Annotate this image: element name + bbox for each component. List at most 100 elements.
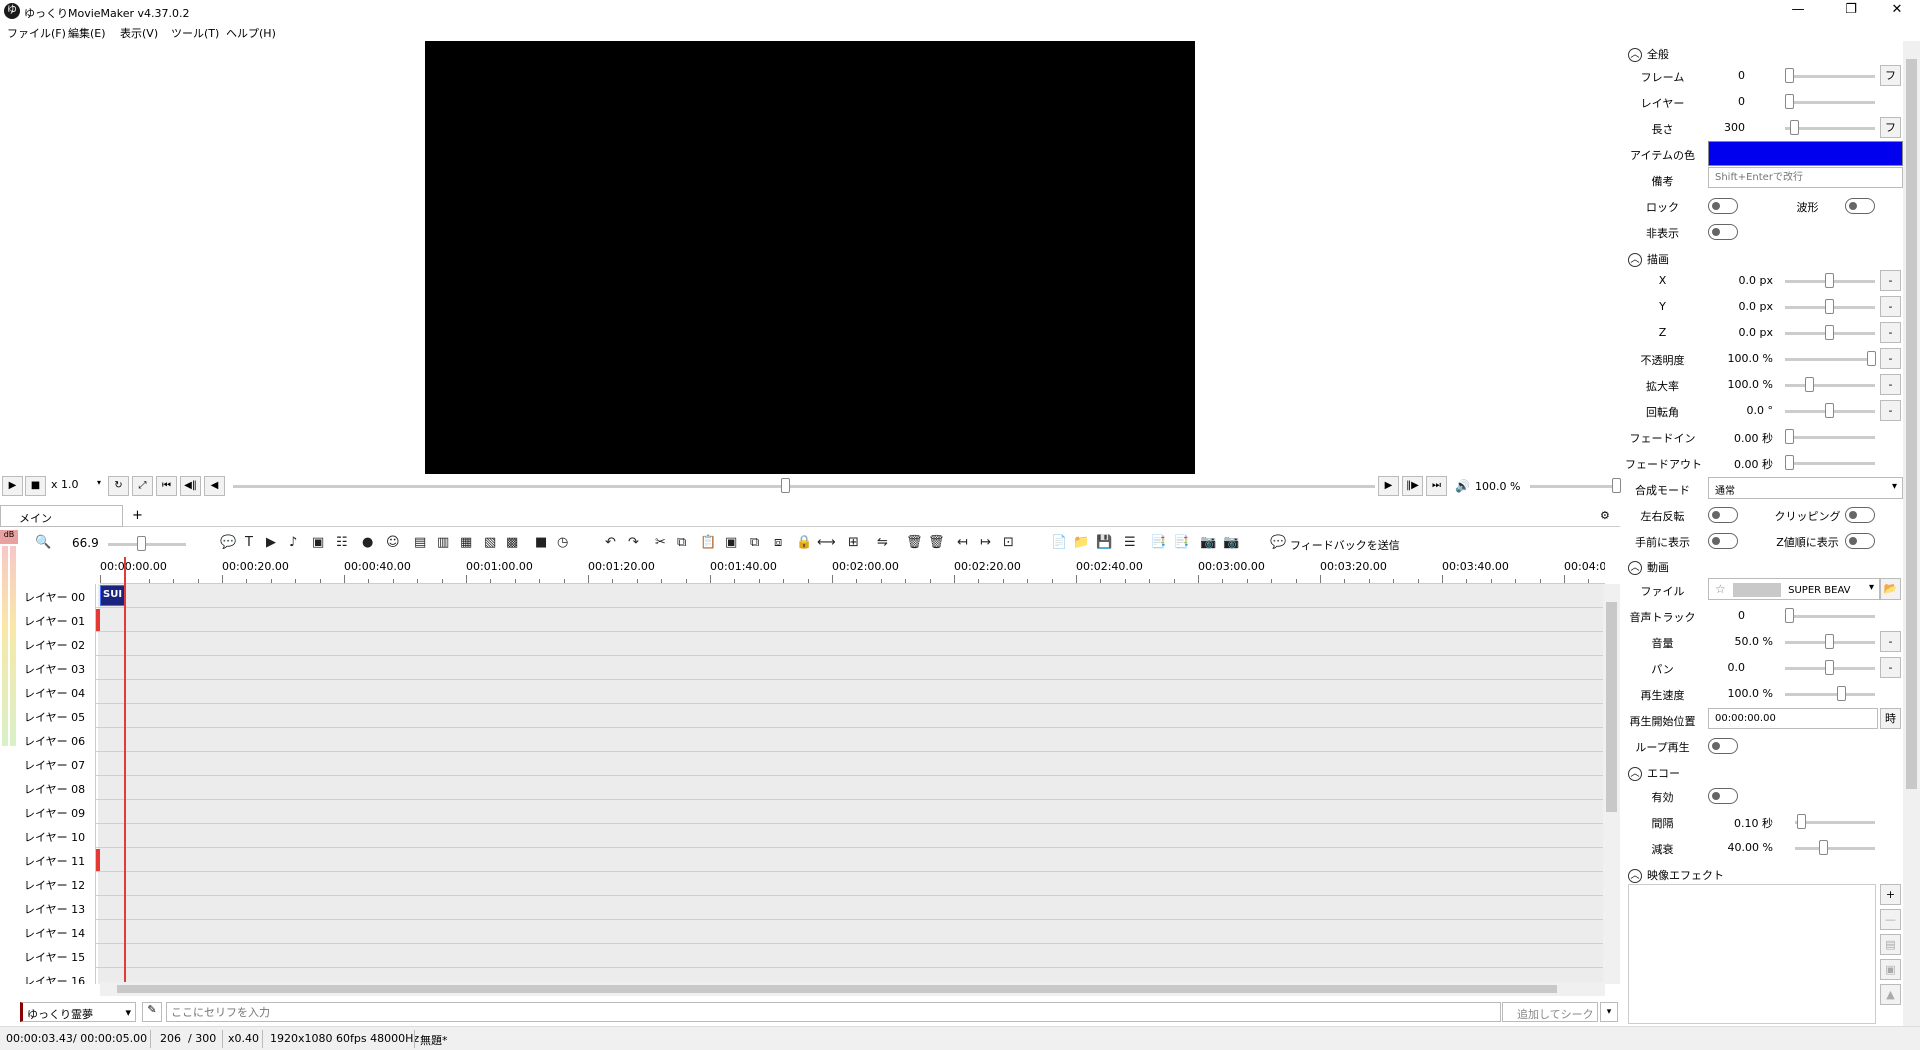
- audio-track-value[interactable]: 0: [1625, 609, 1745, 622]
- effects-list[interactable]: [1628, 884, 1876, 1024]
- menu-file[interactable]: ファイル(F): [7, 25, 66, 41]
- playback-speed-slider[interactable]: [1785, 693, 1875, 696]
- playback-speed-value[interactable]: 100.0 %: [1653, 687, 1773, 700]
- speech-icon[interactable]: 💬: [220, 536, 236, 550]
- layer-label[interactable]: レイヤー 16: [18, 968, 96, 984]
- start-position-input[interactable]: 00:00:00.00: [1708, 708, 1878, 729]
- z-slider-thumb[interactable]: [1825, 325, 1834, 340]
- layer-label[interactable]: レイヤー 01: [18, 608, 96, 632]
- feedback-button[interactable]: フィードバックを送信: [1290, 537, 1400, 553]
- audio-icon[interactable]: ♪: [289, 536, 297, 550]
- fadeout-value[interactable]: 0.00 秒: [1653, 456, 1773, 472]
- timeline-clip[interactable]: SUI: [100, 585, 126, 606]
- zorder-toggle[interactable]: [1845, 533, 1875, 549]
- layer-label[interactable]: レイヤー 14: [18, 920, 96, 944]
- layer-label[interactable]: レイヤー 06: [18, 728, 96, 752]
- volume-slider-thumb[interactable]: [1825, 634, 1834, 649]
- menu-edit[interactable]: 編集(E): [68, 25, 106, 41]
- zoom-slider[interactable]: [1785, 384, 1875, 387]
- preview-zoom-thumb[interactable]: [1612, 478, 1621, 493]
- effect-icon[interactable]: ▤: [414, 536, 426, 550]
- layer-row[interactable]: レイヤー 13: [18, 896, 1603, 920]
- x-value[interactable]: 0.0 px: [1653, 274, 1773, 287]
- star-icon[interactable]: ☆: [1715, 582, 1726, 596]
- start-position-button[interactable]: 時: [1880, 708, 1901, 729]
- section-drawing[interactable]: ︿ 描画: [1628, 251, 1669, 267]
- hidden-toggle[interactable]: [1708, 224, 1738, 240]
- playback-speed-slider-thumb[interactable]: [1837, 686, 1846, 701]
- echo-interval-slider[interactable]: [1795, 821, 1875, 824]
- layer-label[interactable]: レイヤー 04: [18, 680, 96, 704]
- layer-label[interactable]: レイヤー 11: [18, 848, 96, 872]
- maximize-button[interactable]: ❐: [1828, 0, 1874, 22]
- save-icon[interactable]: 💾: [1096, 536, 1112, 550]
- loop-toggle[interactable]: [1708, 738, 1738, 754]
- length-slider-thumb[interactable]: [1790, 120, 1799, 135]
- layer-label[interactable]: レイヤー 02: [18, 632, 96, 656]
- folder-icon[interactable]: 📁: [1073, 536, 1089, 550]
- fit-icon[interactable]: ⊡: [1003, 536, 1014, 550]
- layer-row[interactable]: レイヤー 10: [18, 824, 1603, 848]
- save-effect-icon[interactable]: ▣: [1880, 959, 1901, 980]
- zoom-slider-thumb[interactable]: [1805, 377, 1814, 392]
- clock-icon[interactable]: ◷: [557, 536, 568, 550]
- duplicate-icon[interactable]: ⧉: [750, 536, 759, 550]
- time-ruler[interactable]: 00:00:00.00 00:00:20.00 00:00:40.00 00:01:0…: [100, 557, 1605, 584]
- character-select[interactable]: ゆっくり霊夢 ▾: [20, 1002, 136, 1022]
- save-item-icon[interactable]: ■: [535, 536, 547, 550]
- camera-icon[interactable]: 📷: [1200, 536, 1216, 550]
- loop-icon[interactable]: ↻: [108, 476, 129, 496]
- new-file-icon[interactable]: 📄: [1051, 536, 1067, 550]
- menu-help[interactable]: ヘルプ(H): [226, 25, 276, 41]
- x-slider-thumb[interactable]: [1825, 273, 1834, 288]
- align-icon[interactable]: ⟷: [817, 536, 836, 550]
- layer-row[interactable]: レイヤー 05: [18, 704, 1603, 728]
- feedback-icon[interactable]: 💬: [1270, 536, 1286, 550]
- flip-toggle[interactable]: [1708, 507, 1738, 523]
- text-icon[interactable]: T: [245, 536, 253, 550]
- layer-row[interactable]: レイヤー 06: [18, 728, 1603, 752]
- layer-label[interactable]: レイヤー 12: [18, 872, 96, 896]
- properties-scrollbar[interactable]: [1903, 41, 1920, 1026]
- serif-input[interactable]: [166, 1002, 1501, 1022]
- frame-icon[interactable]: ▧: [484, 536, 496, 550]
- shape-icon[interactable]: ▥: [437, 536, 449, 550]
- x-reset-button[interactable]: -: [1880, 270, 1901, 291]
- add-effect-button[interactable]: +: [1880, 884, 1901, 905]
- paste-special-icon[interactable]: ▣: [725, 536, 737, 550]
- note-input[interactable]: [1708, 167, 1903, 188]
- layer-label[interactable]: レイヤー 09: [18, 800, 96, 824]
- video-icon[interactable]: ▶: [266, 536, 276, 550]
- echo-decay-value[interactable]: 40.00 %: [1653, 841, 1773, 854]
- fadein-value[interactable]: 0.00 秒: [1653, 430, 1773, 446]
- echo-interval-slider-thumb[interactable]: [1797, 814, 1806, 829]
- layer-label[interactable]: レイヤー 03: [18, 656, 96, 680]
- group-icon[interactable]: ▦: [460, 536, 472, 550]
- horizontal-scroll-thumb[interactable]: [117, 985, 1557, 993]
- layer-track[interactable]: [98, 680, 1603, 703]
- frame-value[interactable]: 0: [1625, 69, 1745, 82]
- layer-label[interactable]: レイヤー 10: [18, 824, 96, 848]
- skip-start-icon[interactable]: ⏮: [156, 476, 177, 496]
- split-icon[interactable]: ⧈: [774, 536, 782, 550]
- echo-decay-slider[interactable]: [1795, 847, 1875, 850]
- layer-row[interactable]: レイヤー 07: [18, 752, 1603, 776]
- waveform-toggle[interactable]: [1845, 198, 1875, 214]
- layer-row[interactable]: レイヤー 11: [18, 848, 1603, 872]
- layer-track[interactable]: [98, 944, 1603, 967]
- layer-label[interactable]: レイヤー 13: [18, 896, 96, 920]
- rotation-slider-thumb[interactable]: [1825, 403, 1834, 418]
- trim-right-icon[interactable]: ↦: [980, 536, 991, 550]
- lock-icon[interactable]: 🔒: [796, 536, 812, 550]
- layer-track[interactable]: [98, 824, 1603, 847]
- seek-slider[interactable]: [233, 485, 1375, 488]
- vertical-scroll-thumb[interactable]: [1606, 602, 1617, 812]
- volume-icon[interactable]: 🔊: [1455, 479, 1470, 493]
- layer-row[interactable]: レイヤー 14: [18, 920, 1603, 944]
- folder-open-icon[interactable]: 📂: [1880, 578, 1901, 600]
- prev-frame-icon[interactable]: ◀‖: [180, 476, 201, 496]
- menu-tools[interactable]: ツール(T): [171, 25, 219, 41]
- lock-toggle[interactable]: [1708, 198, 1738, 214]
- pan-reset-button[interactable]: -: [1880, 657, 1901, 678]
- layer-track[interactable]: [98, 800, 1603, 823]
